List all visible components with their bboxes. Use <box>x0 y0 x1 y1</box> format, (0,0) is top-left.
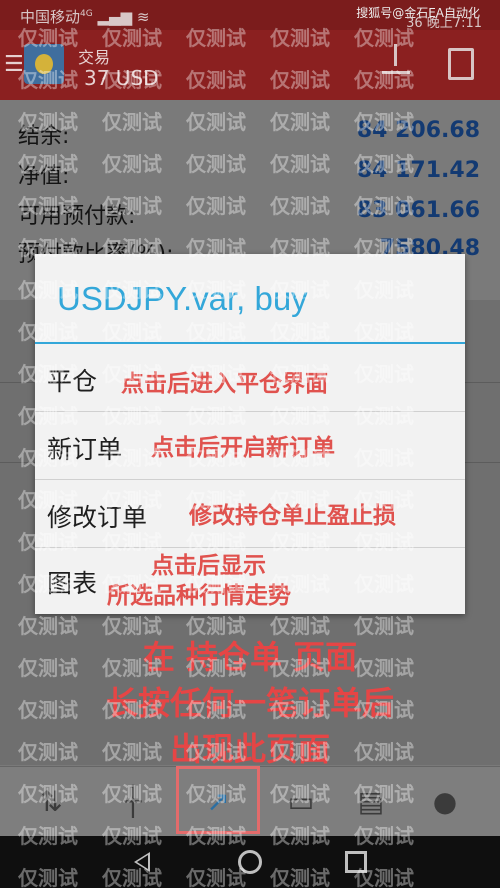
menu-item-label: 新订单 <box>47 435 123 464</box>
menu-item-modify-order[interactable]: 修改订单 修改持仓单止盈止损 <box>35 480 465 548</box>
back-icon[interactable] <box>134 852 150 872</box>
annotation-note: 所选品种行情走势 <box>107 583 291 609</box>
summary-row: 可用预付款: 83 061.66 <box>18 198 480 229</box>
summary-row: 净值: 84 171.42 <box>18 158 480 189</box>
annotation-note: 修改持仓单止盈止损 <box>189 503 396 529</box>
instruction-line: 在 持仓单 页面 <box>142 638 358 676</box>
home-icon[interactable] <box>238 850 262 874</box>
carrier-label: 中国移动4G ▂▄▆ ≋ <box>20 8 150 26</box>
app-bar: ☰ 交易 37 USD <box>0 30 500 100</box>
quotes-icon[interactable]: ⇅ <box>34 785 68 819</box>
menu-item-label: 图表 <box>47 569 98 598</box>
instruction-line: 出现此页面 <box>169 730 330 768</box>
menu-item-chart[interactable]: 图表 点击后显示 所选品种行情走势 <box>35 548 465 616</box>
app-logo <box>24 44 64 84</box>
summary-row: 结余: 84 206.68 <box>18 118 480 149</box>
annotation-note: 点击后进入平仓界面 <box>121 371 328 397</box>
chart-icon[interactable]: ┼ <box>116 785 150 819</box>
page-title: 交易 <box>78 48 111 67</box>
chat-icon[interactable]: ● <box>428 785 462 819</box>
clock: 36 晚上7:11 <box>406 16 482 31</box>
annotation-note: 点击后开启新订单 <box>151 435 335 461</box>
menu-item-new-order[interactable]: 新订单 点击后开启新订单 <box>35 412 465 480</box>
menu-item-close-position[interactable]: 平仓 点击后进入平仓界面 <box>35 344 465 412</box>
instruction-line: 长按任何一笔订单后 <box>105 684 394 722</box>
annotation-note: 点击后显示 <box>151 553 266 579</box>
menu-icon[interactable]: ☰ <box>4 52 24 77</box>
journal-icon[interactable]: ▤ <box>354 785 388 819</box>
highlight-box <box>176 766 260 834</box>
battery-icon: 36 <box>406 16 423 31</box>
sort-icon[interactable] <box>382 44 410 74</box>
account-label: 37 USD <box>84 66 159 90</box>
recent-apps-icon[interactable] <box>345 851 367 873</box>
menu-item-label: 修改订单 <box>47 503 148 532</box>
system-nav-bar <box>0 836 500 888</box>
menu-item-label: 平仓 <box>47 367 98 396</box>
order-context-dialog: USDJPY.var, buy 平仓 点击后进入平仓界面 新订单 点击后开启新订… <box>35 254 465 614</box>
dialog-title: USDJPY.var, buy <box>57 280 308 317</box>
new-order-icon[interactable] <box>448 48 474 80</box>
status-bar: 中国移动4G ▂▄▆ ≋ 搜狐号@金石EA自动化 36 晚上7:11 <box>0 0 500 31</box>
history-icon[interactable]: ▭ <box>284 785 318 819</box>
